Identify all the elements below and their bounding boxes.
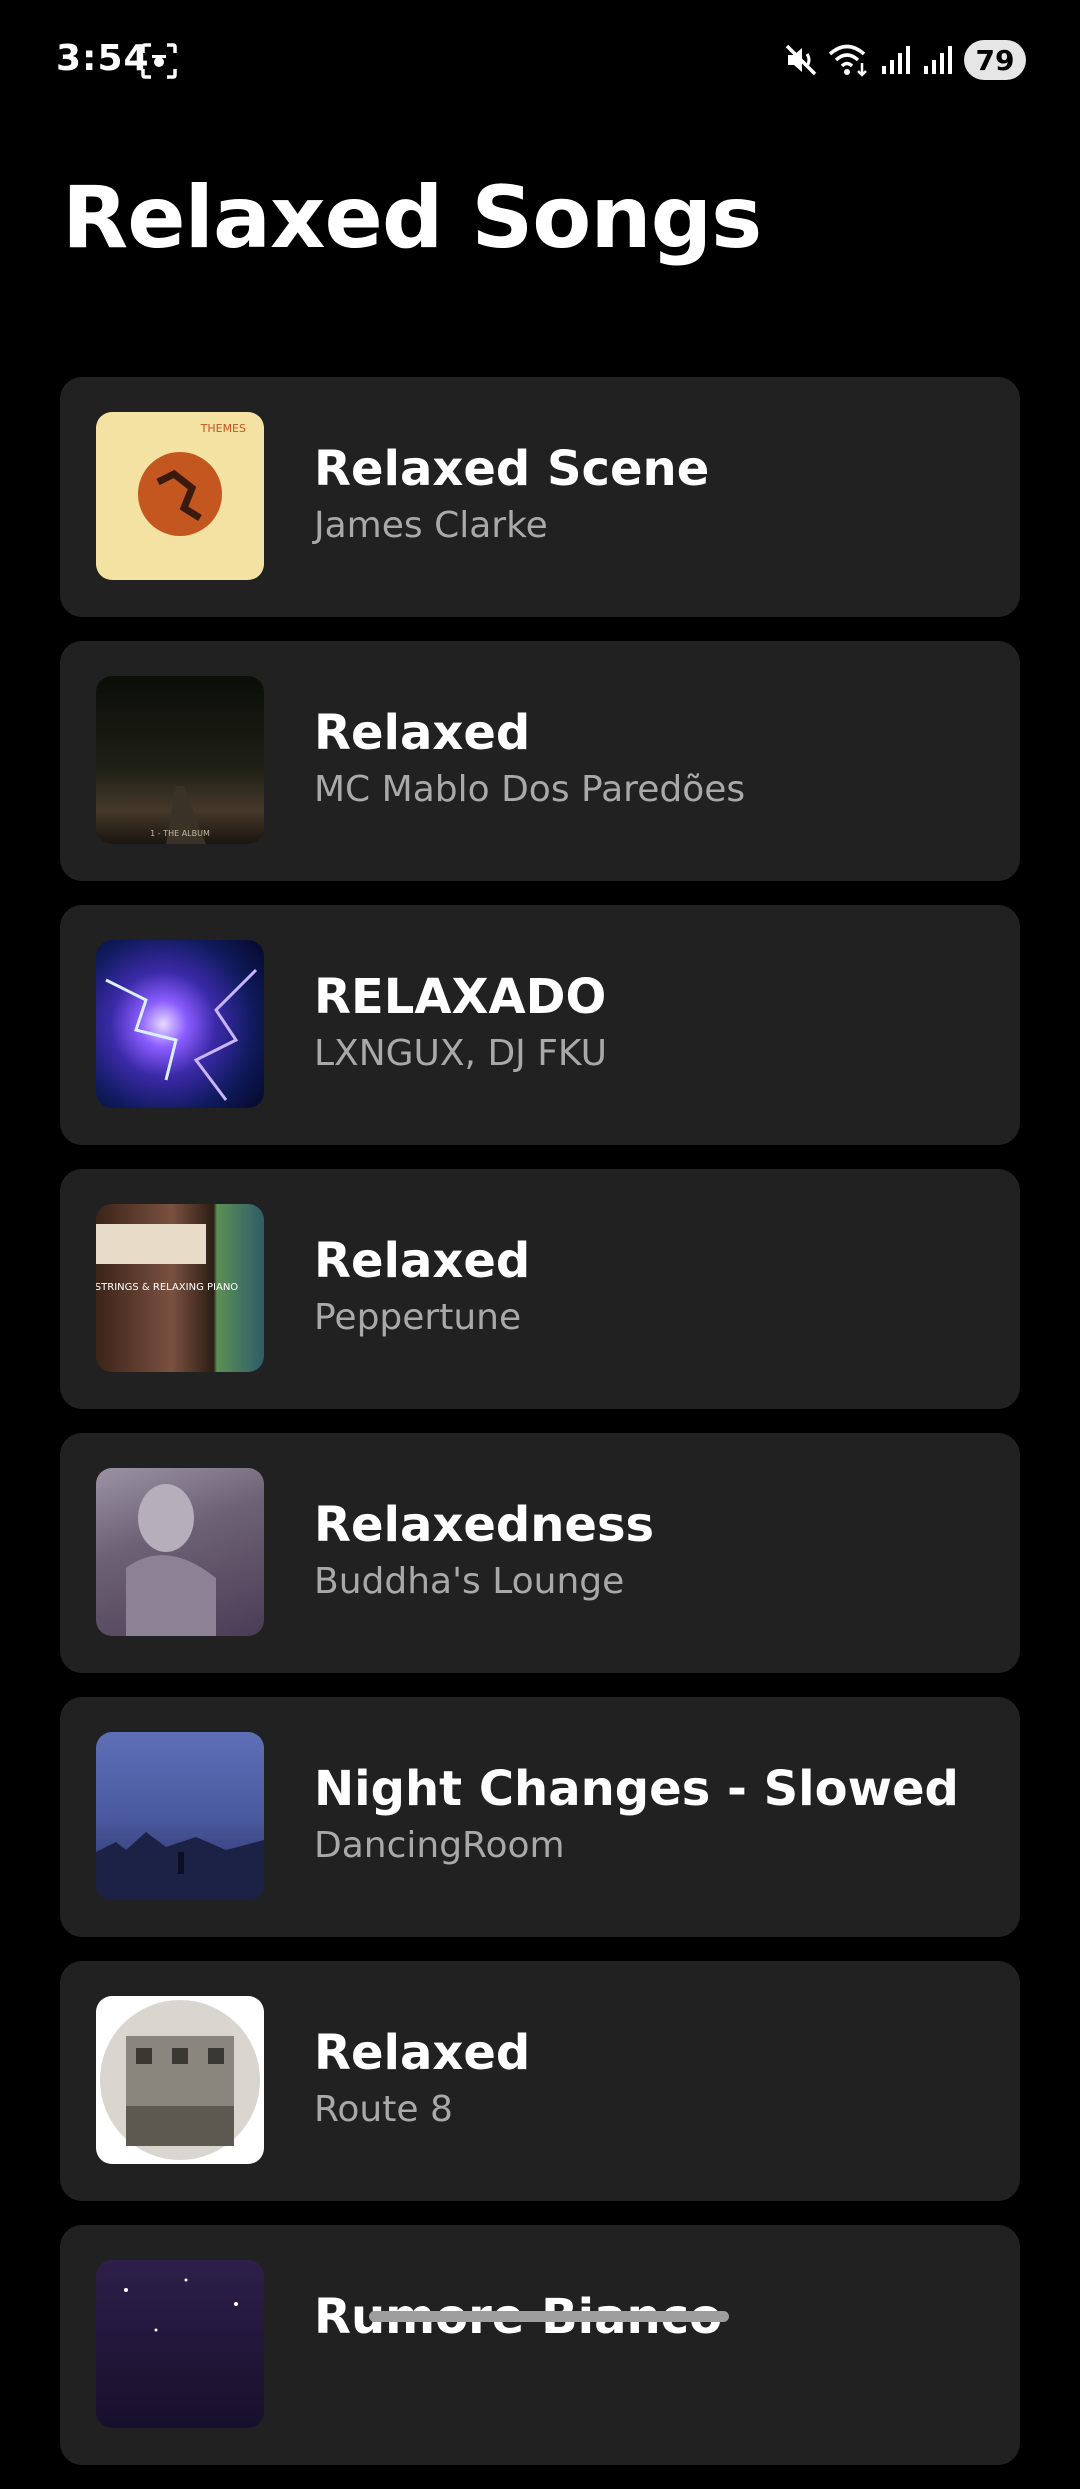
song-artist: LXNGUX, DJ FKU: [314, 1033, 607, 1074]
song-card[interactable]: COZY STRINGS & RELAXING PIANO Relaxed Pe…: [60, 1169, 1020, 1409]
signal-icon-2: [922, 44, 954, 76]
song-card[interactable]: THEMES Relaxed Scene James Clarke: [60, 377, 1020, 617]
song-artist: James Clarke: [314, 505, 548, 546]
art-text: COZY STRINGS & RELAXING PIANO: [96, 1282, 238, 1293]
song-title: Relaxed Scene: [314, 441, 710, 497]
song-artist: Buddha's Lounge: [314, 1561, 625, 1602]
status-icons: 79: [784, 36, 1026, 84]
song-artist: Route 8: [314, 2089, 453, 2130]
song-artist: MC Mablo Dos Paredões: [314, 769, 746, 810]
album-art: 1 - THE ALBUM: [96, 676, 264, 844]
song-artist: DancingRoom: [314, 1825, 565, 1866]
album-art: [96, 1468, 264, 1636]
song-title: Relaxed: [314, 1233, 531, 1289]
battery-indicator: 79: [964, 40, 1026, 80]
album-art: [96, 1996, 264, 2164]
art-text: 1 - THE ALBUM: [150, 829, 210, 838]
song-card[interactable]: 1 - THE ALBUM Relaxed MC Mablo Dos Pared…: [60, 641, 1020, 881]
home-indicator[interactable]: [369, 2311, 729, 2322]
screenshot-icon: [140, 42, 178, 80]
album-art: [96, 2260, 264, 2428]
song-title: RELAXADO: [314, 969, 607, 1025]
song-card[interactable]: Rumore Bianco: [60, 2225, 1020, 2465]
song-title: Night Changes - Slowed: [314, 1761, 959, 1817]
song-title: Relaxedness: [314, 1497, 655, 1553]
art-text: THEMES: [200, 422, 246, 435]
song-title: Relaxed: [314, 2025, 531, 2081]
song-title: Relaxed: [314, 705, 531, 761]
album-art: [96, 1732, 264, 1900]
song-artist: Peppertune: [314, 1297, 522, 1338]
song-card[interactable]: Relaxedness Buddha's Lounge: [60, 1433, 1020, 1673]
album-art: [96, 940, 264, 1108]
mute-icon: [784, 43, 818, 77]
song-card[interactable]: Night Changes - Slowed DancingRoom: [60, 1697, 1020, 1937]
status-time: 3:54: [56, 38, 150, 79]
album-art: THEMES: [96, 412, 264, 580]
page-title: Relaxed Songs: [62, 168, 762, 268]
song-card[interactable]: Relaxed Route 8: [60, 1961, 1020, 2201]
album-art: COZY STRINGS & RELAXING PIANO: [96, 1204, 264, 1372]
signal-icon: [880, 44, 912, 76]
status-bar: 3:54 79: [0, 0, 1080, 120]
wifi-icon: [828, 43, 870, 77]
song-list: THEMES Relaxed Scene James Clarke 1 - TH…: [60, 377, 1020, 2489]
song-card[interactable]: RELAXADO LXNGUX, DJ FKU: [60, 905, 1020, 1145]
